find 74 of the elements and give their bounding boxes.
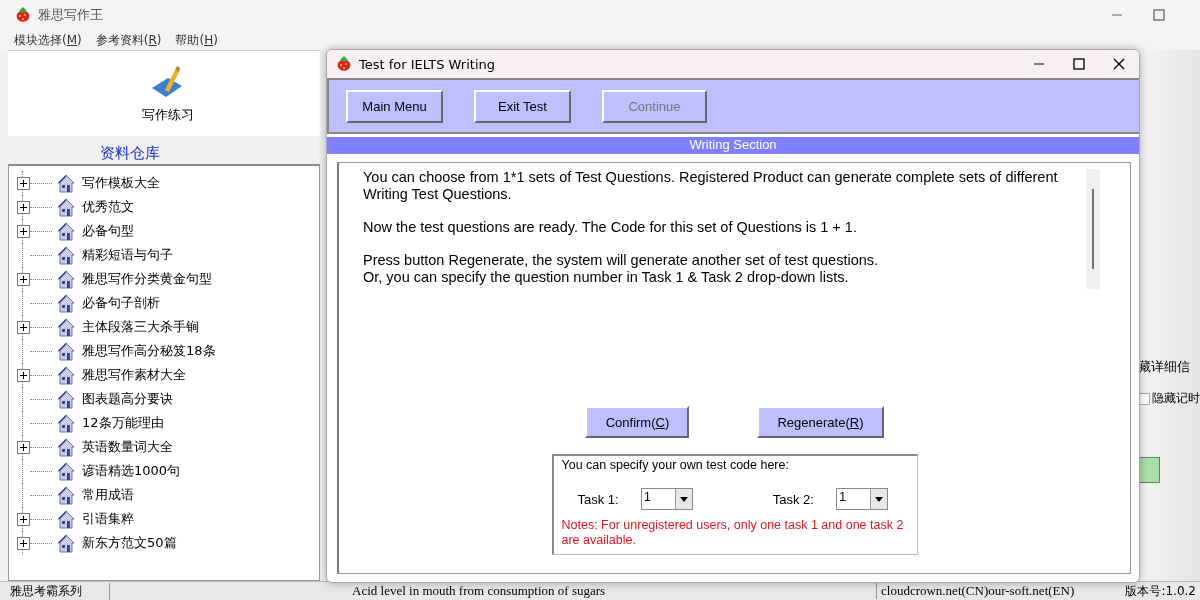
library-heading: 资料仓库 bbox=[99, 143, 161, 162]
house-icon bbox=[56, 245, 76, 265]
tree-item[interactable]: 雅思写作素材大全 bbox=[82, 366, 186, 384]
tree-item[interactable]: 谚语精选1000句 bbox=[82, 462, 181, 480]
section-header: Writing Section bbox=[327, 137, 1139, 154]
expand-icon[interactable] bbox=[17, 440, 30, 454]
tree-item[interactable]: 雅思写作高分秘笈18条 bbox=[82, 342, 216, 360]
app-icon bbox=[14, 6, 32, 24]
tree-item[interactable]: 引语集粹 bbox=[82, 510, 134, 528]
status-text: 雅思考霸系列 bbox=[6, 582, 110, 600]
tree-item[interactable]: 英语数量词大全 bbox=[82, 438, 173, 456]
expand-icon[interactable] bbox=[17, 536, 30, 550]
tree-item[interactable]: 优秀范文 bbox=[82, 198, 134, 216]
house-icon bbox=[56, 341, 76, 361]
dropdown-arrow-icon[interactable] bbox=[679, 496, 688, 502]
expand-icon[interactable] bbox=[17, 512, 30, 526]
side-button[interactable] bbox=[1138, 457, 1160, 483]
dropdown-arrow-icon[interactable] bbox=[874, 496, 883, 502]
house-icon bbox=[56, 269, 76, 289]
house-icon bbox=[56, 197, 76, 217]
scrollbar[interactable] bbox=[1086, 169, 1100, 289]
house-icon bbox=[56, 437, 76, 457]
task-label: Task 1: bbox=[577, 491, 619, 507]
window-title: 雅思写作王 bbox=[38, 6, 103, 24]
expand-icon[interactable] bbox=[17, 224, 30, 238]
maximize-icon[interactable] bbox=[1073, 58, 1085, 70]
house-icon bbox=[56, 365, 76, 385]
house-icon bbox=[56, 389, 76, 409]
tree-item[interactable]: 雅思写作分类黄金句型 bbox=[82, 270, 212, 288]
status-text: Acid level in mouth from consumption of sugars bbox=[351, 583, 607, 599]
house-icon bbox=[56, 173, 76, 193]
house-icon bbox=[56, 317, 76, 337]
expand-icon[interactable] bbox=[17, 368, 30, 382]
house-icon bbox=[56, 461, 76, 481]
checkbox-label: 隐藏记时 bbox=[1152, 390, 1200, 407]
tree-item[interactable]: 主体段落三大杀手锏 bbox=[82, 318, 199, 336]
house-icon bbox=[56, 485, 76, 505]
toolbar-button[interactable]: Exit Test bbox=[474, 89, 571, 123]
task-dropdown[interactable]: 1 bbox=[835, 488, 888, 510]
dialog-title: Test for IELTS Writing bbox=[359, 56, 495, 72]
paragraph: Press button Regenerate, the system will generate another set of test questions. Or, you can specify the question number in Task 1 & Task 2 drop-down lists. bbox=[363, 252, 880, 286]
house-icon bbox=[56, 533, 76, 553]
paragraph: You can choose from 1*1 sets of Test Questions. Registered Product can generate complete sets of different Writing Test Questions. bbox=[363, 169, 1059, 203]
tree-item[interactable]: 精彩短语与句子 bbox=[82, 246, 173, 264]
task-dropdown[interactable]: 1 bbox=[640, 488, 693, 510]
writing-practice-button[interactable]: 写作练习 bbox=[138, 59, 198, 128]
app-icon bbox=[335, 55, 353, 73]
close-icon[interactable] bbox=[1113, 58, 1125, 70]
house-icon bbox=[56, 509, 76, 529]
expand-icon[interactable] bbox=[17, 200, 30, 214]
task-label: Task 2: bbox=[772, 491, 814, 507]
tree-item[interactable]: 必备句子剖析 bbox=[82, 294, 160, 312]
paragraph: Now the test questions are ready. The Code for this set of Questions is 1 + 1. bbox=[363, 219, 858, 236]
menu-item[interactable]: 模块选择(M) bbox=[14, 31, 82, 49]
menu-item[interactable]: 帮助(H) bbox=[175, 31, 218, 49]
tree-item[interactable]: 写作模板大全 bbox=[82, 174, 160, 192]
expand-icon[interactable] bbox=[17, 272, 30, 286]
tree-item[interactable]: 12条万能理由 bbox=[82, 414, 164, 432]
expand-icon[interactable] bbox=[17, 320, 30, 334]
menu-item[interactable]: 参考资料(R) bbox=[95, 31, 162, 49]
group-title: You can specify your own test code here: bbox=[561, 458, 790, 472]
action-button[interactable]: Regenerate(R) bbox=[757, 406, 884, 438]
house-icon bbox=[56, 221, 76, 241]
tree-item[interactable]: 图表题高分要诀 bbox=[82, 390, 173, 408]
tree-item[interactable]: 新东方范文50篇 bbox=[82, 534, 177, 552]
tree-item[interactable]: 必备句型 bbox=[82, 222, 134, 240]
status-text: 版本号:1.0.2 bbox=[1124, 582, 1197, 600]
tree-item[interactable]: 常用成语 bbox=[82, 486, 134, 504]
house-icon bbox=[56, 293, 76, 313]
toolbar-button[interactable]: Main Menu bbox=[346, 89, 443, 123]
house-icon bbox=[56, 413, 76, 433]
expand-icon[interactable] bbox=[17, 176, 30, 190]
action-button[interactable]: Confirm(C) bbox=[585, 406, 690, 438]
note-text: Notes: For unregistered users, only one task 1 and one task 2 are available. bbox=[561, 518, 905, 548]
